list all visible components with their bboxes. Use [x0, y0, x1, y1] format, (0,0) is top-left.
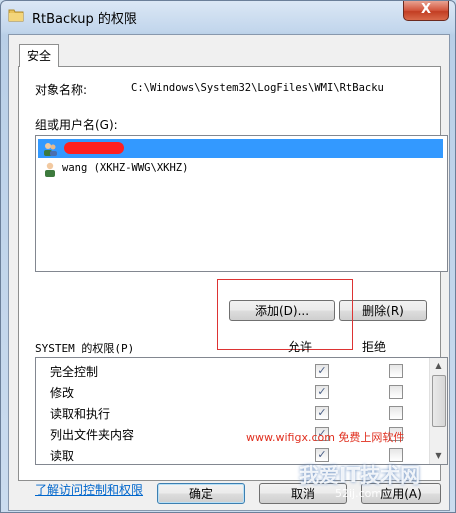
permission-name: 完全控制 [50, 365, 99, 379]
folder-icon [8, 9, 24, 22]
window-title: RtBackup 的权限 [32, 12, 137, 27]
help-link[interactable]: 了解访问控制和权限 [35, 481, 143, 498]
deny-checkbox[interactable] [389, 406, 403, 420]
redaction-mark [64, 142, 124, 154]
watermark-text: www.wifigx.com 免费上网软件 [246, 431, 405, 444]
group-user-label: 组或用户名(G): [35, 118, 118, 132]
tab-security[interactable]: 安全 [19, 44, 59, 67]
permission-name: 读取和执行 [50, 407, 111, 421]
scroll-thumb[interactable] [432, 375, 446, 427]
annotation-box [217, 279, 353, 350]
object-name-value: C:\Windows\System32\LogFiles\WMI\RtBacku [131, 82, 384, 94]
close-button[interactable]: X [403, 1, 449, 21]
ok-button[interactable]: 确定 [157, 483, 245, 504]
permission-name: 修改 [50, 386, 75, 400]
deny-checkbox[interactable] [389, 364, 403, 378]
permissions-scrollbar[interactable]: ▲ ▼ [429, 358, 447, 464]
deny-checkbox[interactable] [389, 385, 403, 399]
permission-row: 读取和执行 ✓ [36, 402, 428, 423]
user-name: wang (XKHZ-WWG\XKHZ) [62, 162, 189, 174]
scroll-up-icon[interactable]: ▲ [430, 358, 447, 374]
allow-checkbox[interactable]: ✓ [315, 364, 329, 378]
user-list-item-wang[interactable]: wang (XKHZ-WWG\XKHZ) [38, 159, 443, 178]
permission-row: 完全控制 ✓ [36, 360, 428, 381]
scroll-down-icon[interactable]: ▼ [430, 448, 447, 464]
watermark-brand: 我爱IT技术网 [299, 463, 421, 487]
allow-checkbox[interactable]: ✓ [315, 385, 329, 399]
permissions-window: RtBackup 的权限 X 安全 对象名称: C:\Windows\Syste… [0, 0, 456, 513]
security-tab-panel: 对象名称: C:\Windows\System32\LogFiles\WMI\R… [18, 66, 448, 497]
user-list-item-system[interactable] [38, 139, 443, 158]
allow-checkbox[interactable]: ✓ [315, 406, 329, 420]
watermark-domain: 52ij.com [335, 487, 383, 500]
permission-row: 修改 ✓ [36, 381, 428, 402]
permission-name: 列出文件夹内容 [50, 428, 135, 442]
permissions-list: 完全控制 ✓ 修改 ✓ 读取和执行 ✓ 列出文件夹内容 ✓ 读取 ✓ ▲ ▼ [35, 357, 448, 465]
user-group-icon [44, 143, 57, 156]
title-bar[interactable]: RtBackup 的权限 X [1, 1, 455, 31]
allow-column-header: 允许 [288, 340, 313, 354]
deny-column-header: 拒绝 [362, 340, 387, 354]
permission-name: 读取 [50, 449, 75, 463]
object-name-label: 对象名称: [35, 83, 88, 97]
user-list[interactable]: wang (XKHZ-WWG\XKHZ) [35, 135, 448, 272]
user-icon [45, 162, 55, 177]
permissions-label: SYSTEM 的权限(P) [35, 342, 135, 355]
